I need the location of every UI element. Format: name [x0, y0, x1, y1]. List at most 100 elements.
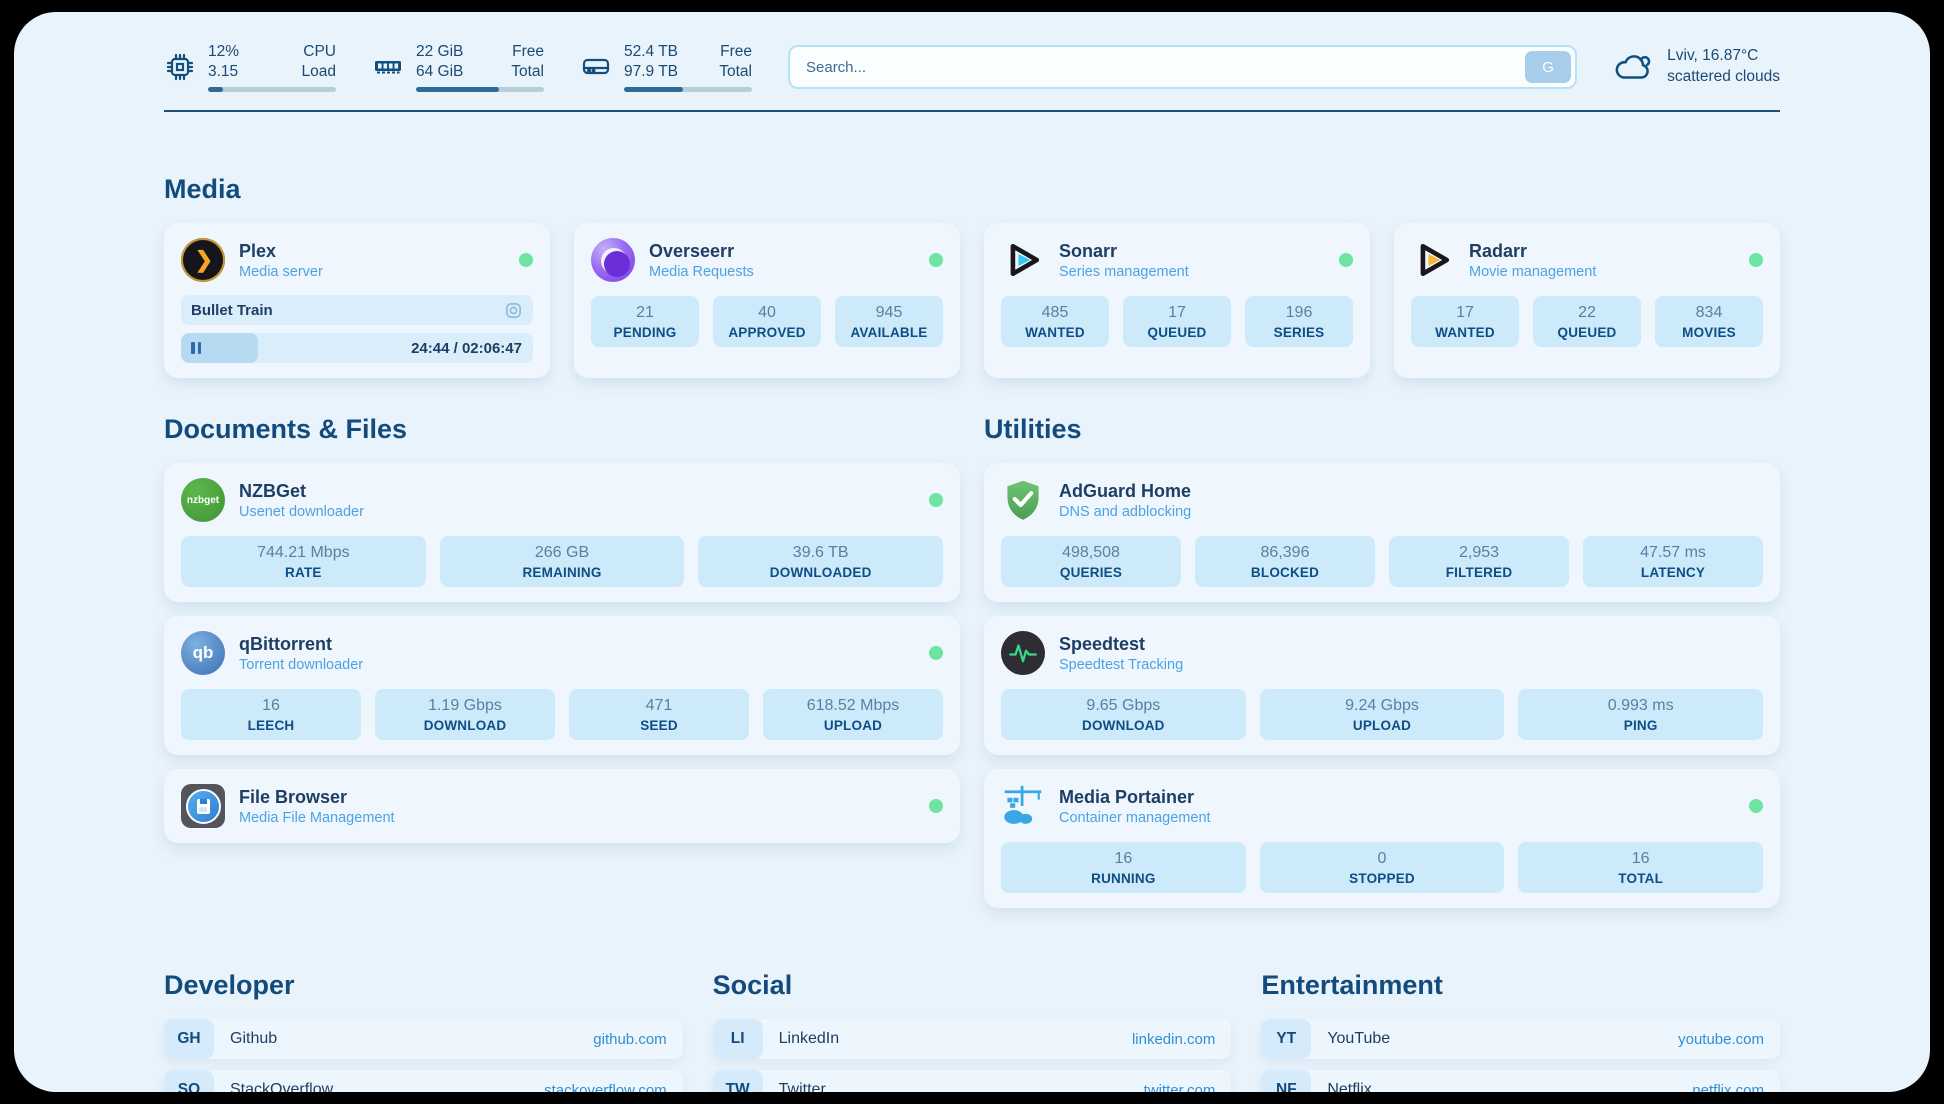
documents-column: Documents & Files nzbget NZBGet Usenet d…: [164, 414, 960, 857]
stat-pending: 21 PENDING: [591, 296, 699, 347]
link-url: linkedin.com: [1132, 1031, 1215, 1048]
system-stats: 12%3.15 CPULoad: [164, 42, 752, 92]
stat-remaining: 266 GB REMAINING: [440, 536, 685, 587]
entertainment-section: Entertainment YT YouTube youtube.com NF …: [1261, 970, 1780, 1092]
link-netflix[interactable]: NF Netflix netflix.com: [1261, 1070, 1780, 1092]
app-subtitle: Movie management: [1469, 264, 1596, 280]
status-online-dot: [929, 646, 943, 660]
stat-filtered: 2,953 FILTERED: [1389, 536, 1569, 587]
app-card-adguard[interactable]: AdGuard Home DNS and adblocking 498,508 …: [984, 463, 1780, 602]
stat-rate: 744.21 Mbps RATE: [181, 536, 426, 587]
status-online-dot: [929, 799, 943, 813]
stat-leech: 16 LEECH: [181, 689, 361, 740]
app-card-radarr[interactable]: Radarr Movie management 17 WANTED 22 QUE…: [1394, 223, 1780, 378]
status-online-dot: [929, 493, 943, 507]
app-title: Overseerr: [649, 241, 754, 262]
filebrowser-icon: [181, 784, 225, 828]
link-github[interactable]: GH Github github.com: [164, 1019, 683, 1059]
link-url: twitter.com: [1144, 1082, 1216, 1092]
stat-blocked: 86,396 BLOCKED: [1195, 536, 1375, 587]
overseerr-icon: [591, 238, 635, 282]
stat-available: 945 AVAILABLE: [835, 296, 943, 347]
nzbget-icon: nzbget: [181, 478, 225, 522]
app-card-sonarr[interactable]: Sonarr Series management 485 WANTED 17 Q…: [984, 223, 1370, 378]
ram-stat: 22 GiB64 GiB FreeTotal: [372, 42, 544, 92]
app-card-nzbget[interactable]: nzbget NZBGet Usenet downloader 744.21 M…: [164, 463, 960, 602]
link-twitter[interactable]: TW Twitter twitter.com: [713, 1070, 1232, 1092]
section-header-developer: Developer: [164, 970, 683, 1001]
disk-progress-bar: [624, 87, 752, 92]
google-search-button[interactable]: G: [1525, 51, 1571, 83]
app-title: Speedtest: [1059, 634, 1183, 655]
radarr-icon: [1411, 238, 1455, 282]
utilities-column: Utilities AdGuard Home: [984, 414, 1780, 922]
link-stackoverflow[interactable]: SO StackOverflow stackoverflow.com: [164, 1070, 683, 1092]
app-card-plex[interactable]: ❯ Plex Media server Bullet Train 24:44 /…: [164, 223, 550, 378]
app-subtitle: Torrent downloader: [239, 657, 363, 673]
app-title: NZBGet: [239, 481, 364, 502]
section-header-media: Media: [164, 174, 1780, 205]
stat-queries: 498,508 QUERIES: [1001, 536, 1181, 587]
weather-location: Lviv, 16.87°C: [1667, 46, 1780, 67]
stat-stopped: 0 STOPPED: [1260, 842, 1505, 893]
stat-upload: 9.24 Gbps UPLOAD: [1260, 689, 1505, 740]
adguard-shield-icon: [1001, 478, 1045, 522]
stat-queued: 22 QUEUED: [1533, 296, 1641, 347]
stat-running: 16 RUNNING: [1001, 842, 1246, 893]
developer-section: Developer GH Github github.com SO StackO…: [164, 970, 683, 1092]
link-tag: LI: [713, 1019, 763, 1059]
video-camera-icon: [504, 301, 523, 320]
link-name: Github: [230, 1030, 277, 1048]
search-input[interactable]: [804, 58, 1525, 77]
link-tag: YT: [1261, 1019, 1311, 1059]
ram-icon: [372, 51, 404, 83]
stat-series: 196 SERIES: [1245, 296, 1353, 347]
link-youtube[interactable]: YT YouTube youtube.com: [1261, 1019, 1780, 1059]
playback-time: 24:44 / 02:06:47: [411, 340, 533, 357]
app-card-filebrowser[interactable]: File Browser Media File Management: [164, 769, 960, 843]
status-online-dot: [1339, 253, 1353, 267]
stat-total: 16 TOTAL: [1518, 842, 1763, 893]
stat-wanted: 485 WANTED: [1001, 296, 1109, 347]
stat-ping: 0.993 ms PING: [1518, 689, 1763, 740]
section-header-utilities: Utilities: [984, 414, 1780, 445]
stat-movies: 834 MOVIES: [1655, 296, 1763, 347]
link-linkedin[interactable]: LI LinkedIn linkedin.com: [713, 1019, 1232, 1059]
speedtest-pulse-icon: [1001, 631, 1045, 675]
stat-seed: 471 SEED: [569, 689, 749, 740]
header-divider: [164, 110, 1780, 112]
link-url: netflix.com: [1692, 1082, 1764, 1092]
media-card-grid: ❯ Plex Media server Bullet Train 24:44 /…: [164, 223, 1780, 378]
portainer-crane-icon: [1001, 784, 1045, 828]
section-header-documents: Documents & Files: [164, 414, 960, 445]
app-title: Plex: [239, 241, 323, 262]
ram-progress-bar: [416, 87, 544, 92]
stat-download: 1.19 Gbps DOWNLOAD: [375, 689, 555, 740]
pause-icon: [191, 342, 201, 354]
app-title: Sonarr: [1059, 241, 1189, 262]
cpu-stat: 12%3.15 CPULoad: [164, 42, 336, 92]
stat-wanted: 17 WANTED: [1411, 296, 1519, 347]
app-card-qbittorrent[interactable]: qb qBittorrent Torrent downloader 16 LEE…: [164, 616, 960, 755]
app-card-portainer[interactable]: Media Portainer Container management 16 …: [984, 769, 1780, 908]
stat-download: 9.65 Gbps DOWNLOAD: [1001, 689, 1246, 740]
app-subtitle: Media File Management: [239, 810, 395, 826]
stat-downloaded: 39.6 TB DOWNLOADED: [698, 536, 943, 587]
stat-upload: 618.52 Mbps UPLOAD: [763, 689, 943, 740]
stat-approved: 40 APPROVED: [713, 296, 821, 347]
app-subtitle: Container management: [1059, 810, 1211, 826]
app-title: qBittorrent: [239, 634, 363, 655]
now-playing-row: Bullet Train: [181, 295, 533, 325]
app-subtitle: Speedtest Tracking: [1059, 657, 1183, 673]
cpu-values: 12%3.15: [208, 42, 239, 82]
top-bar: 12%3.15 CPULoad: [164, 42, 1780, 92]
weather-condition: scattered clouds: [1667, 67, 1780, 88]
app-card-speedtest[interactable]: Speedtest Speedtest Tracking 9.65 Gbps D…: [984, 616, 1780, 755]
playback-progress-bar: 24:44 / 02:06:47: [181, 333, 533, 363]
link-name: YouTube: [1327, 1030, 1390, 1048]
link-url: github.com: [593, 1031, 666, 1048]
weather-widget: Lviv, 16.87°C scattered clouds: [1613, 46, 1780, 88]
app-card-overseerr[interactable]: Overseerr Media Requests 21 PENDING 40 A…: [574, 223, 960, 378]
link-tag: NF: [1261, 1070, 1311, 1092]
app-subtitle: Series management: [1059, 264, 1189, 280]
